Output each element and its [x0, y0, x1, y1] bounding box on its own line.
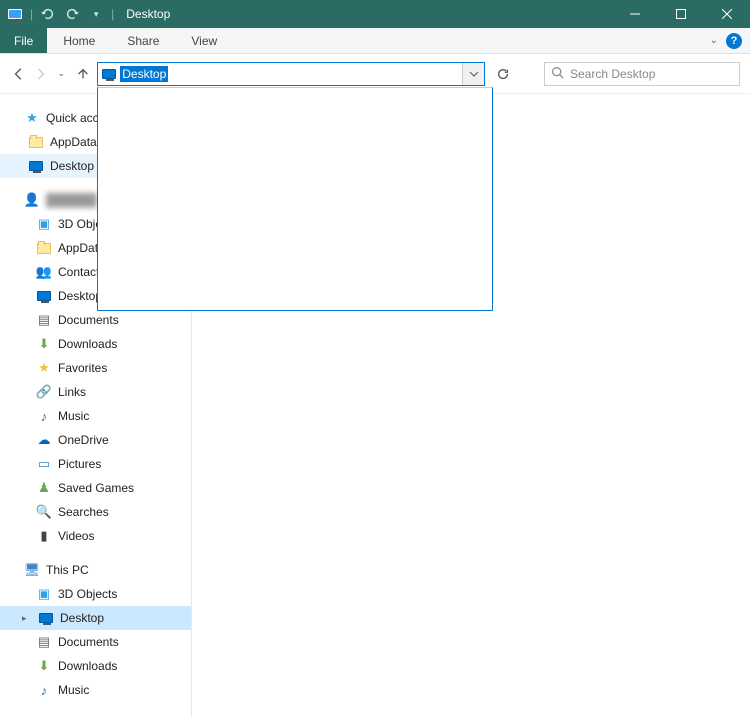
window-title: Desktop — [126, 7, 170, 21]
tree-label: Desktop — [58, 289, 102, 303]
tree-label: Downloads — [58, 659, 117, 673]
ribbon-tabs: File Home Share View ⌄ ? — [0, 28, 750, 54]
close-button[interactable] — [704, 0, 750, 28]
tree-label: Favorites — [58, 361, 107, 375]
3d-icon: ▣ — [36, 216, 52, 232]
ribbon-expand-icon[interactable]: ⌄ — [710, 35, 718, 46]
saved-icon: ♟ — [36, 480, 52, 496]
onedrive-icon: ☁ — [36, 432, 52, 448]
minimize-button[interactable] — [612, 0, 658, 28]
tree-label: Documents — [58, 313, 119, 327]
tree-label: Links — [58, 385, 86, 399]
search-box[interactable]: Search Desktop — [544, 62, 740, 86]
doc-icon: ▤ — [36, 312, 52, 328]
this-pc-icon: 🖥 — [24, 562, 40, 578]
video-icon: ▮ — [36, 528, 52, 544]
tree-label: This PC — [46, 563, 89, 577]
tree-label: Music — [58, 683, 89, 697]
recent-locations-button[interactable]: ⌄ — [53, 62, 70, 86]
tree-label: Desktop — [50, 159, 94, 173]
up-button[interactable] — [74, 62, 91, 86]
folder-icon — [28, 134, 44, 150]
3d-icon: ▣ — [36, 586, 52, 602]
tree-label: Desktop — [60, 611, 104, 625]
folder-icon — [36, 240, 52, 256]
quick-access-toolbar: | ▾ | — [0, 7, 120, 21]
tree-label: Saved Games — [58, 481, 134, 495]
tree-item[interactable]: ▸ Desktop — [0, 606, 191, 630]
refresh-button[interactable] — [493, 62, 512, 86]
tree-label: Videos — [58, 529, 94, 543]
tab-view[interactable]: View — [175, 28, 233, 53]
maximize-button[interactable] — [658, 0, 704, 28]
dl-icon: ⬇ — [36, 658, 52, 674]
tree-label: ██████ — [46, 193, 97, 207]
desktop-icon — [28, 158, 44, 174]
qat-customize-icon[interactable]: ▾ — [87, 7, 105, 21]
address-history-dropdown[interactable] — [462, 63, 484, 85]
tree-label: Pictures — [58, 457, 101, 471]
forward-button[interactable] — [31, 62, 48, 86]
address-autocomplete-dropdown[interactable] — [97, 87, 493, 311]
dl-icon: ⬇ — [36, 336, 52, 352]
tree-label: Downloads — [58, 337, 117, 351]
tab-home[interactable]: Home — [47, 28, 111, 53]
explorer-icon — [6, 7, 24, 21]
search-placeholder: Search Desktop — [570, 67, 655, 81]
fav-icon: ★ — [36, 360, 52, 376]
music-icon: ♪ — [36, 682, 52, 698]
search-icon: 🔍 — [36, 504, 52, 520]
desktop-icon — [36, 288, 52, 304]
doc-icon: ▤ — [36, 634, 52, 650]
tree-item[interactable]: ▤ Documents — [0, 630, 191, 654]
link-icon: 🔗 — [36, 384, 52, 400]
tree-label: OneDrive — [58, 433, 109, 447]
tree-item[interactable]: ♟ Saved Games — [0, 476, 191, 500]
star-icon: ★ — [24, 110, 40, 126]
address-bar[interactable]: Desktop — [97, 62, 485, 86]
tree-this-pc[interactable]: ▸ 🖥 This PC — [0, 558, 191, 582]
tab-share[interactable]: Share — [111, 28, 175, 53]
tree-label: Searches — [58, 505, 109, 519]
tree-item[interactable]: ▤ Documents — [0, 308, 191, 332]
tree-label: Music — [58, 409, 89, 423]
separator: | — [111, 7, 114, 21]
search-icon — [551, 66, 564, 82]
desktop-icon — [38, 610, 54, 626]
chevron-right-icon[interactable]: ▸ — [22, 613, 32, 624]
music-icon: ♪ — [36, 408, 52, 424]
tree-label: Documents — [58, 635, 119, 649]
tree-item[interactable]: ▭ Pictures — [0, 452, 191, 476]
tree-item[interactable]: ⬇ Downloads — [0, 654, 191, 678]
back-button[interactable] — [10, 62, 27, 86]
tree-item[interactable]: ▮ Videos — [0, 524, 191, 548]
address-input[interactable]: Desktop — [120, 63, 462, 85]
window-controls — [612, 0, 750, 28]
tree-label: AppData — [50, 135, 97, 149]
tree-label: 3D Objects — [58, 587, 117, 601]
separator: | — [30, 7, 33, 21]
tree-item[interactable]: ☁ OneDrive — [0, 428, 191, 452]
user-icon: 👤 — [24, 192, 40, 208]
pic-icon: ▭ — [36, 456, 52, 472]
tree-item[interactable]: ♪ Music — [0, 404, 191, 428]
help-icon[interactable]: ? — [726, 33, 742, 49]
title-bar: | ▾ | Desktop — [0, 0, 750, 28]
tree-item[interactable]: ▣ 3D Objects — [0, 582, 191, 606]
tree-item[interactable]: 🔗 Links — [0, 380, 191, 404]
tree-item[interactable]: ⬇ Downloads — [0, 332, 191, 356]
undo-icon[interactable] — [39, 7, 57, 21]
address-icon — [98, 63, 120, 85]
tree-item[interactable]: 🔍 Searches — [0, 500, 191, 524]
redo-icon[interactable] — [63, 7, 81, 21]
contacts-icon: 👥 — [36, 264, 52, 280]
tree-item[interactable]: ★ Favorites — [0, 356, 191, 380]
navigation-bar: ⌄ Desktop Search Desktop — [0, 54, 750, 94]
tree-item[interactable]: ♪ Music — [0, 678, 191, 702]
file-tab[interactable]: File — [0, 28, 47, 53]
